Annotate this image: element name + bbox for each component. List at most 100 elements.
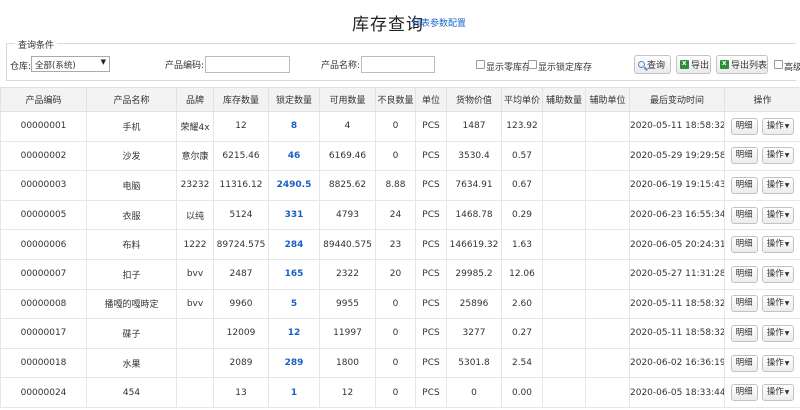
column-header[interactable]: 不良数量 (375, 87, 416, 112)
available-qty-cell: 4 (319, 111, 376, 142)
defective-qty-cell: 0 (375, 318, 416, 349)
product-name-cell: 播嘎的嘎時定 (86, 288, 177, 320)
locked-qty-cell[interactable]: 2490.5 (268, 170, 320, 201)
unit-cell: PCS (415, 229, 447, 260)
action-dropdown-button[interactable]: 操作▼ (761, 295, 795, 313)
locked-qty-cell[interactable]: 289 (268, 347, 320, 379)
product-name-label: 产品名称: (321, 61, 361, 71)
available-qty-cell: 6169.46 (319, 140, 376, 172)
product-code-input[interactable] (205, 56, 290, 73)
product-name-input[interactable] (361, 56, 435, 73)
table-row[interactable]: 00000006 布料 1222 89724.575 284 89440.575 23 PCS… (0, 229, 800, 260)
brand-cell: 以纯 (176, 199, 214, 231)
column-header[interactable]: 辅助单位 (585, 87, 630, 112)
detail-button[interactable]: 明细 (730, 206, 758, 224)
locked-qty-cell[interactable]: 284 (268, 229, 320, 260)
row-actions-cell: 明细 操作▼ (724, 288, 800, 320)
table-row[interactable]: 00000024 454 13 1 12 0 PCS 0 0.00 2020-06-05 18:3… (0, 377, 800, 408)
column-header[interactable]: 最后变动时间 (629, 87, 725, 112)
column-header[interactable]: 产品名称 (86, 87, 177, 112)
column-header[interactable]: 品牌 (176, 87, 214, 112)
table-row[interactable]: 00000017 碟子 12009 12 11997 0 PCS 3277 0.27 2020-0… (0, 318, 800, 349)
table-row[interactable]: 00000007 扣子 bvv 2487 165 2322 20 PCS 29985.2 12.0… (0, 258, 800, 290)
export-button-label: 导出 (691, 61, 710, 71)
row-actions-cell: 明细 操作▼ (724, 258, 800, 290)
advanced-checkbox[interactable] (774, 60, 783, 69)
aux-qty-cell (542, 377, 586, 408)
brand-cell: 23232 (176, 170, 214, 201)
detail-button[interactable]: 明细 (730, 176, 758, 194)
warehouse-select[interactable]: 全部(系统) ▼ (31, 56, 110, 72)
unit-cell: PCS (415, 318, 447, 349)
locked-qty-cell[interactable]: 1 (268, 377, 320, 408)
column-header[interactable]: 库存数量 (213, 87, 269, 112)
locked-qty-cell[interactable]: 165 (268, 258, 320, 290)
table-row[interactable]: 00000008 播嘎的嘎時定 bvv 9960 5 9955 0 PCS 25896 2.60 2… (0, 288, 800, 320)
defective-qty-cell: 8.88 (375, 170, 416, 201)
column-header[interactable]: 可用数量 (319, 87, 376, 112)
goods-value-cell: 25896 (446, 288, 502, 320)
action-dropdown-button[interactable]: 操作▼ (761, 384, 795, 402)
table-row[interactable]: 00000002 沙发 意尔康 6215.46 46 6169.46 0 PCS 3530.4 0… (0, 140, 800, 172)
column-header[interactable]: 货物价值 (446, 87, 502, 112)
detail-button[interactable]: 明细 (730, 354, 758, 372)
action-dropdown-label: 操作 (766, 298, 784, 309)
detail-button[interactable]: 明细 (730, 117, 758, 135)
action-dropdown-button[interactable]: 操作▼ (761, 265, 795, 283)
locked-qty-cell[interactable]: 12 (268, 318, 320, 349)
search-button[interactable]: 查询 (634, 55, 671, 74)
column-header[interactable]: 单位 (415, 87, 447, 112)
action-dropdown-button[interactable]: 操作▼ (761, 324, 795, 342)
locked-qty-cell[interactable]: 46 (268, 140, 320, 172)
stock-qty-cell: 5124 (213, 199, 269, 231)
action-dropdown-button[interactable]: 操作▼ (761, 117, 795, 135)
detail-button[interactable]: 明细 (730, 147, 758, 165)
product-code-label: 产品编码: (165, 61, 205, 71)
action-dropdown-button[interactable]: 操作▼ (761, 236, 795, 254)
detail-button[interactable]: 明细 (730, 236, 758, 254)
table-row[interactable]: 00000001 手机 荣耀4x 12 8 4 0 PCS 1487 123.92 2020-05-… (0, 111, 800, 142)
detail-button[interactable]: 明细 (730, 384, 758, 402)
export-button[interactable]: 导出 (676, 55, 711, 74)
product-name-cell: 电脑 (86, 170, 177, 201)
stock-qty-cell: 12 (213, 111, 269, 142)
table-row[interactable]: 00000003 电脑 23232 11316.12 2490.5 8825.62 8.88… (0, 170, 800, 201)
available-qty-cell: 4793 (319, 199, 376, 231)
action-dropdown-button[interactable]: 操作▼ (761, 206, 795, 224)
locked-qty-cell[interactable]: 331 (268, 199, 320, 231)
show-locked-stock-checkbox[interactable] (528, 60, 537, 69)
export-list-button[interactable]: 导出列表 (716, 55, 768, 74)
table-row[interactable]: 00000018 水果 2089 289 1800 0 PCS 5301.8 2.54 2020-… (0, 347, 800, 379)
product-code-cell: 00000024 (0, 377, 87, 408)
product-name-cell: 碟子 (86, 318, 177, 349)
available-qty-cell: 9955 (319, 288, 376, 320)
show-zero-stock-checkbox[interactable] (476, 60, 485, 69)
column-header[interactable]: 产品编码 (0, 87, 87, 112)
action-dropdown-label: 操作 (766, 327, 784, 338)
column-header[interactable]: 锁定数量 (268, 87, 320, 112)
locked-qty-cell[interactable]: 8 (268, 111, 320, 142)
defective-qty-cell: 0 (375, 347, 416, 379)
locked-qty-cell[interactable]: 5 (268, 288, 320, 320)
list-config-link[interactable]: 列表参数配置 (412, 16, 466, 29)
action-dropdown-button[interactable]: 操作▼ (761, 354, 795, 372)
action-dropdown-button[interactable]: 操作▼ (761, 147, 795, 165)
column-header[interactable]: 平均单价 (501, 87, 543, 112)
table-row[interactable]: 00000005 衣服 以纯 5124 331 4793 24 PCS 1468.78 0.29 2… (0, 199, 800, 231)
aux-qty-cell (542, 111, 586, 142)
aux-unit-cell (585, 347, 630, 379)
action-dropdown-button[interactable]: 操作▼ (761, 176, 795, 194)
product-code-cell: 00000002 (0, 140, 87, 172)
aux-qty-cell (542, 140, 586, 172)
defective-qty-cell: 0 (375, 140, 416, 172)
defective-qty-cell: 0 (375, 111, 416, 142)
action-dropdown-label: 操作 (766, 120, 784, 131)
detail-button[interactable]: 明细 (730, 324, 758, 342)
detail-button[interactable]: 明细 (730, 265, 758, 283)
avg-price-cell: 0.29 (501, 199, 543, 231)
detail-button[interactable]: 明细 (730, 295, 758, 313)
search-icon (638, 61, 645, 68)
caret-down-icon: ▼ (784, 359, 790, 367)
column-header[interactable]: 辅助数量 (542, 87, 586, 112)
caret-down-icon: ▼ (784, 152, 790, 160)
